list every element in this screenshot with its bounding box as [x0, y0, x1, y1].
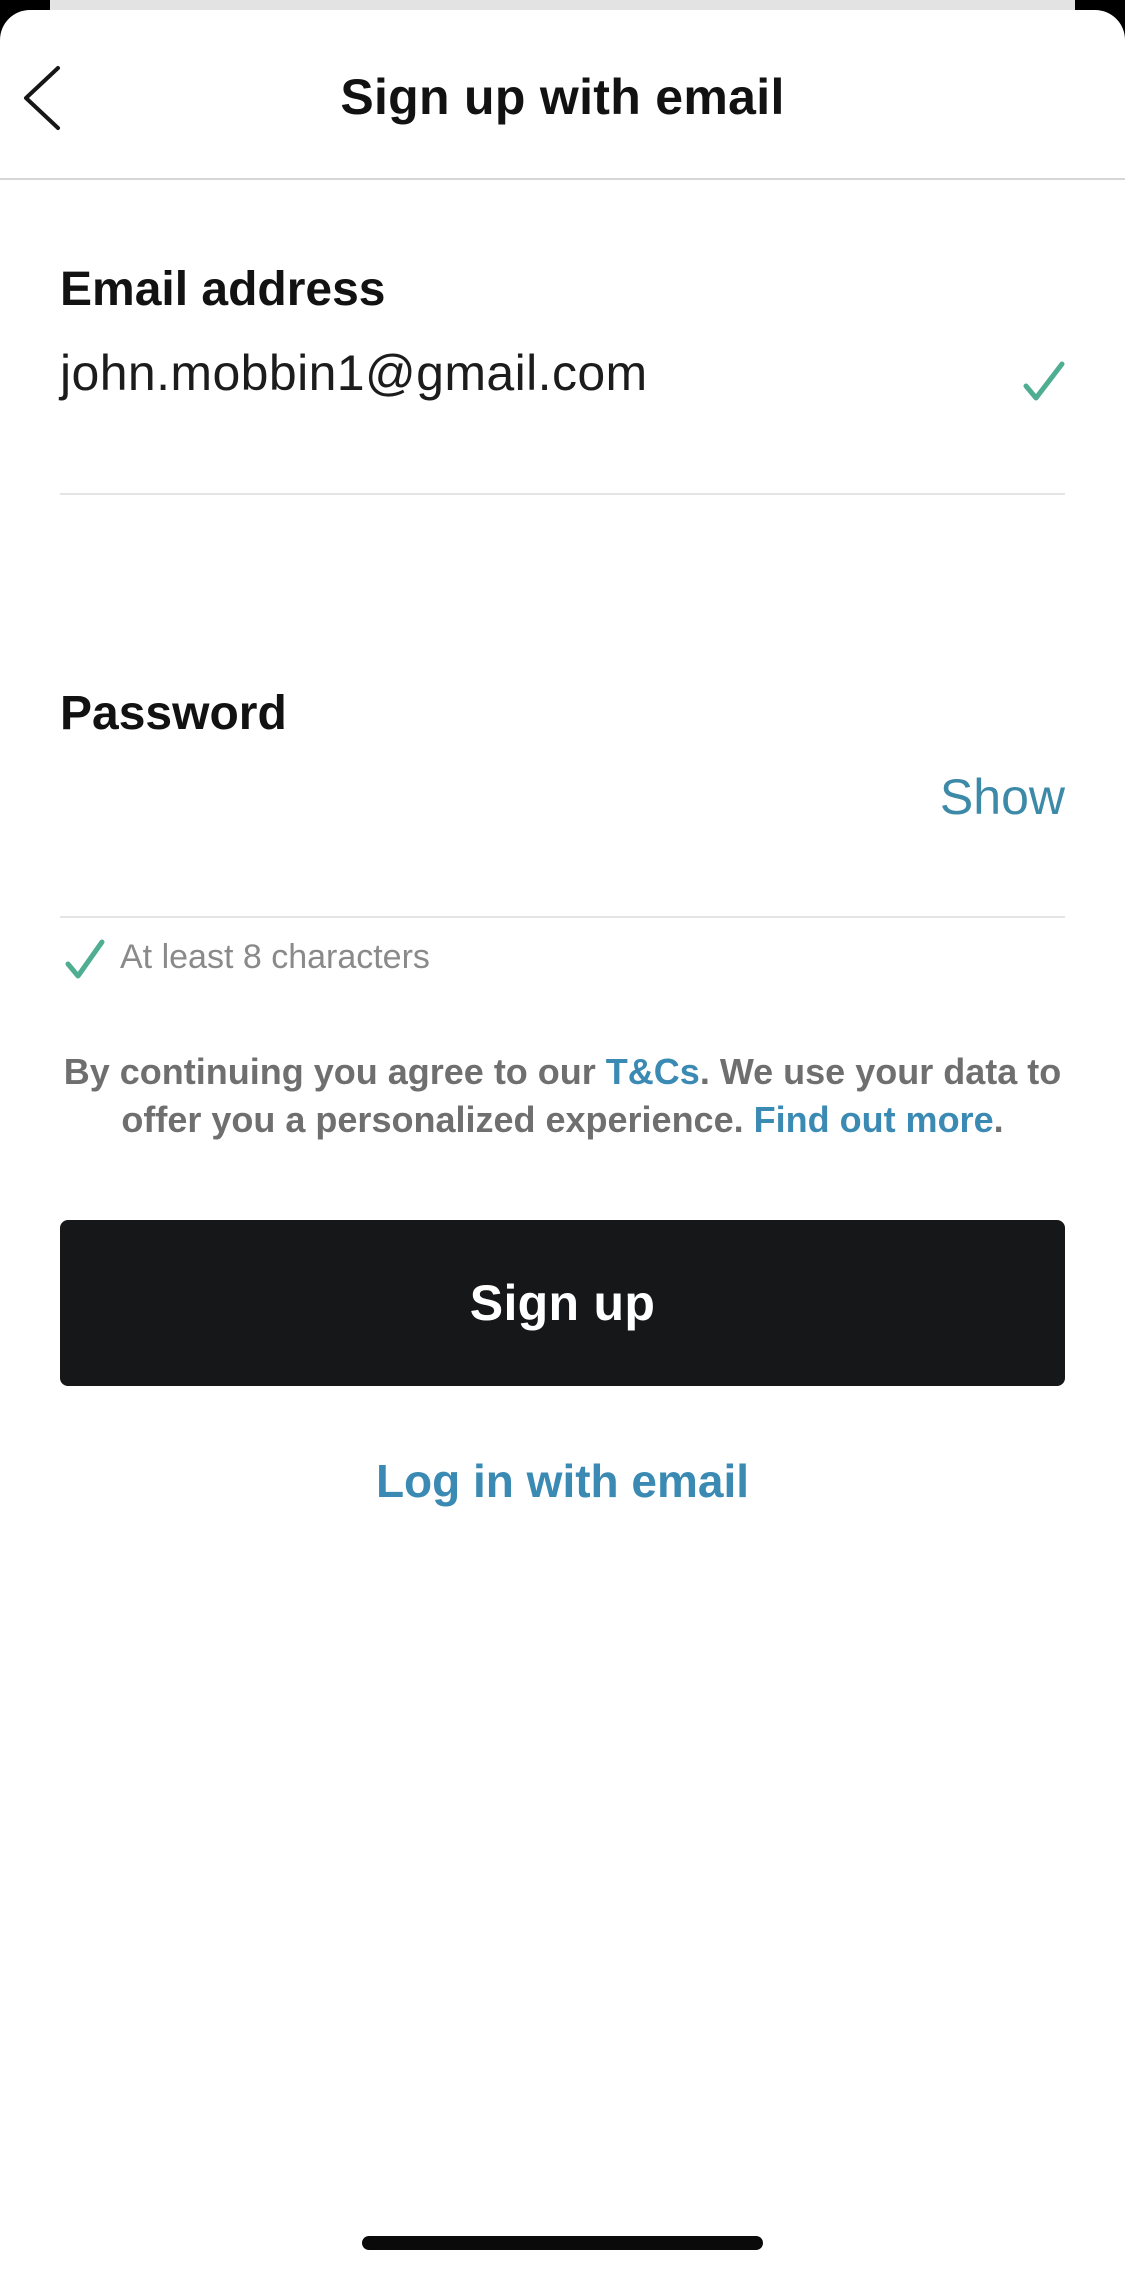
- find-out-more-link[interactable]: Find out more: [754, 1099, 994, 1140]
- page-title: Sign up with email: [340, 69, 785, 125]
- email-underline: [60, 493, 1065, 495]
- log-in-with-email-link[interactable]: Log in with email: [0, 1454, 1125, 1508]
- show-password-button[interactable]: Show: [940, 768, 1065, 826]
- terms-prefix: By continuing you agree to our: [63, 1051, 606, 1092]
- email-field[interactable]: john.mobbin1@gmail.com: [60, 344, 648, 402]
- header: Sign up with email: [0, 10, 1125, 180]
- email-label: Email address: [60, 263, 386, 316]
- home-indicator[interactable]: [362, 2236, 763, 2250]
- signup-sheet: Sign up with email Email address john.mo…: [0, 10, 1125, 2284]
- password-label: Password: [60, 687, 287, 740]
- rule-check-icon: [65, 939, 105, 979]
- password-rule-text: At least 8 characters: [120, 938, 430, 976]
- email-valid-check-icon: [1023, 361, 1065, 401]
- terms-text: By continuing you agree to our T&Cs. We …: [60, 1048, 1065, 1144]
- password-field[interactable]: [60, 768, 920, 828]
- tcs-link[interactable]: T&Cs: [606, 1051, 700, 1092]
- terms-suffix: .: [993, 1099, 1004, 1140]
- password-underline: [60, 916, 1065, 918]
- sign-up-button[interactable]: Sign up: [60, 1220, 1065, 1386]
